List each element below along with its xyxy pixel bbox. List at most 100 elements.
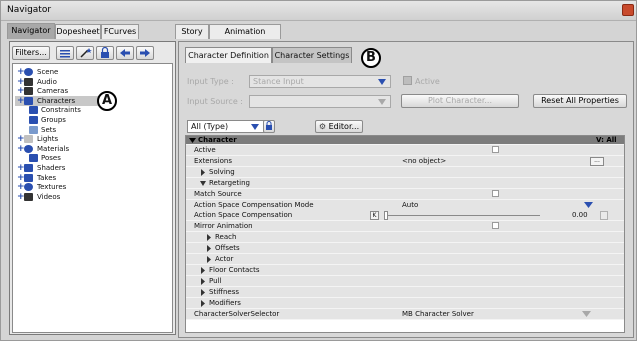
tab-navigator[interactable]: Navigator	[7, 23, 55, 39]
slider-thumb[interactable]	[384, 211, 388, 221]
tree-item-shaders[interactable]: + Shaders	[15, 163, 105, 173]
expand-plus-icon[interactable]: +	[17, 163, 25, 173]
tree-item-scene[interactable]: + Scene	[15, 67, 105, 77]
sets-icon	[29, 125, 38, 134]
tree-item-label: Sets	[41, 125, 57, 134]
tab-dopesheet[interactable]: Dopesheet	[55, 24, 101, 39]
collapsed-triangle-icon[interactable]	[206, 245, 212, 253]
expanded-triangle-icon[interactable]	[200, 180, 206, 187]
property-row[interactable]: Retargeting	[186, 177, 624, 189]
expand-plus-icon[interactable]: +	[17, 67, 25, 77]
slider-value[interactable]: 0.00	[572, 210, 588, 221]
property-name: Extensions	[194, 156, 233, 165]
slider-track[interactable]	[384, 215, 540, 217]
input-source-combo[interactable]	[249, 95, 391, 108]
forward-button[interactable]	[136, 46, 154, 60]
keyframe-button[interactable]: K	[370, 211, 379, 221]
filters-button[interactable]: Filters...	[12, 46, 50, 60]
property-row[interactable]: CharacterSolverSelector MB Character Solv…	[186, 308, 624, 320]
character-group-header[interactable]: Character V: All	[186, 136, 624, 145]
property-row[interactable]: Offsets	[186, 243, 624, 255]
tree-item-poses[interactable]: Poses	[15, 153, 105, 163]
tab-character-settings[interactable]: Character Settings	[272, 47, 352, 63]
tree-item-sets[interactable]: Sets	[15, 125, 105, 135]
tab-animation-trigger[interactable]: Animation Trigger	[209, 24, 281, 50]
property-value[interactable]: MB Character Solver	[402, 309, 474, 320]
type-filter-value: All (Type)	[191, 122, 229, 131]
property-row[interactable]: Reach	[186, 232, 624, 244]
tree-item-constraints[interactable]: Constraints	[15, 105, 105, 115]
main-tab-row: Navigator Dopesheet FCurves Story Animat…	[1, 21, 636, 50]
tree-item-materials[interactable]: + Materials	[15, 144, 105, 154]
filter-lock-button[interactable]	[263, 120, 275, 133]
close-icon[interactable]	[622, 4, 634, 16]
tree-item-audio[interactable]: + Audio	[15, 77, 105, 87]
property-row[interactable]: Pull	[186, 275, 624, 287]
property-row[interactable]: Mirror Animation	[186, 221, 624, 233]
expand-plus-icon[interactable]: +	[17, 77, 25, 87]
type-filter-combo[interactable]: All (Type)	[187, 120, 273, 133]
property-row[interactable]: Active	[186, 145, 624, 156]
collapsed-triangle-icon[interactable]	[206, 256, 212, 263]
lock-icon	[101, 46, 109, 58]
collapsed-triangle-icon[interactable]	[200, 266, 206, 274]
property-row[interactable]: Floor Contacts	[186, 264, 624, 276]
tree-item-videos[interactable]: + Videos	[15, 192, 105, 202]
dropdown-arrow-icon[interactable]	[584, 201, 593, 209]
scene-tree: + Scene + Audio + Cameras + Characters Constrain…	[12, 63, 173, 333]
property-name: Match Source	[194, 189, 242, 198]
dropdown-arrow-icon[interactable]	[582, 310, 591, 318]
property-value[interactable]: <no object>	[402, 156, 446, 167]
property-row[interactable]: Actor	[186, 254, 624, 265]
expand-plus-icon[interactable]: +	[17, 96, 25, 106]
property-row[interactable]: Stiffness	[186, 286, 624, 298]
tree-item-label: Groups	[41, 116, 66, 124]
expand-plus-icon[interactable]: +	[17, 134, 25, 144]
active-checkbox[interactable]	[403, 76, 412, 85]
browse-button[interactable]: ...	[590, 156, 604, 166]
tab-fcurves[interactable]: FCurves	[101, 24, 139, 39]
expand-plus-icon[interactable]: +	[17, 182, 25, 192]
expand-plus-icon[interactable]: +	[17, 86, 25, 96]
editor-button[interactable]: ⚙ Editor...	[315, 120, 363, 133]
property-checkbox[interactable]	[492, 222, 499, 230]
property-value[interactable]: Auto	[402, 200, 418, 211]
wand-button[interactable]	[76, 46, 94, 60]
collapsed-triangle-icon[interactable]	[200, 277, 206, 285]
property-row[interactable]: Match Source	[186, 188, 624, 200]
collapsed-triangle-icon[interactable]	[206, 234, 212, 242]
input-type-combo[interactable]: Stance Input	[249, 75, 391, 88]
collapsed-triangle-icon[interactable]	[200, 288, 206, 296]
tree-item-cameras[interactable]: + Cameras	[15, 86, 105, 96]
reset-all-properties-button[interactable]: Reset All Properties	[533, 94, 627, 108]
property-row[interactable]: Action Space Compensation Mode Auto	[186, 199, 624, 211]
property-name: Pull	[209, 276, 222, 285]
collapsed-triangle-icon[interactable]	[200, 299, 206, 307]
tree-item-takes[interactable]: + Takes	[15, 173, 105, 183]
back-button[interactable]	[116, 46, 134, 60]
property-checkbox[interactable]	[492, 146, 499, 153]
tree-item-lights[interactable]: + Lights	[15, 134, 105, 144]
lock-button[interactable]	[96, 46, 114, 60]
tree-item-characters[interactable]: + Characters	[15, 95, 105, 106]
editor-label: Editor...	[328, 122, 360, 131]
expand-plus-icon[interactable]: +	[17, 144, 25, 154]
property-row[interactable]: Solving	[186, 166, 624, 178]
expand-plus-icon[interactable]: +	[17, 192, 25, 202]
property-row[interactable]: Action Space Compensation K 0.00	[186, 210, 624, 222]
collapsed-triangle-icon[interactable]	[200, 168, 206, 176]
slider-step-button[interactable]	[600, 211, 608, 221]
character-icon	[24, 96, 33, 105]
tab-story[interactable]: Story	[175, 24, 209, 39]
tree-item-groups[interactable]: Groups	[15, 115, 105, 125]
plot-character-button[interactable]: Plot Character...	[401, 94, 519, 108]
property-name: Active	[194, 146, 216, 154]
property-checkbox[interactable]	[492, 189, 499, 197]
shader-icon	[24, 164, 33, 172]
property-row[interactable]: Modifiers	[186, 297, 624, 309]
tree-item-textures[interactable]: + Textures	[15, 182, 105, 192]
expand-plus-icon[interactable]: +	[17, 173, 25, 183]
tab-character-definition[interactable]: Character Definition	[185, 47, 272, 63]
property-row[interactable]: Extensions <no object>...	[186, 155, 624, 167]
list-view-button[interactable]	[56, 46, 74, 60]
